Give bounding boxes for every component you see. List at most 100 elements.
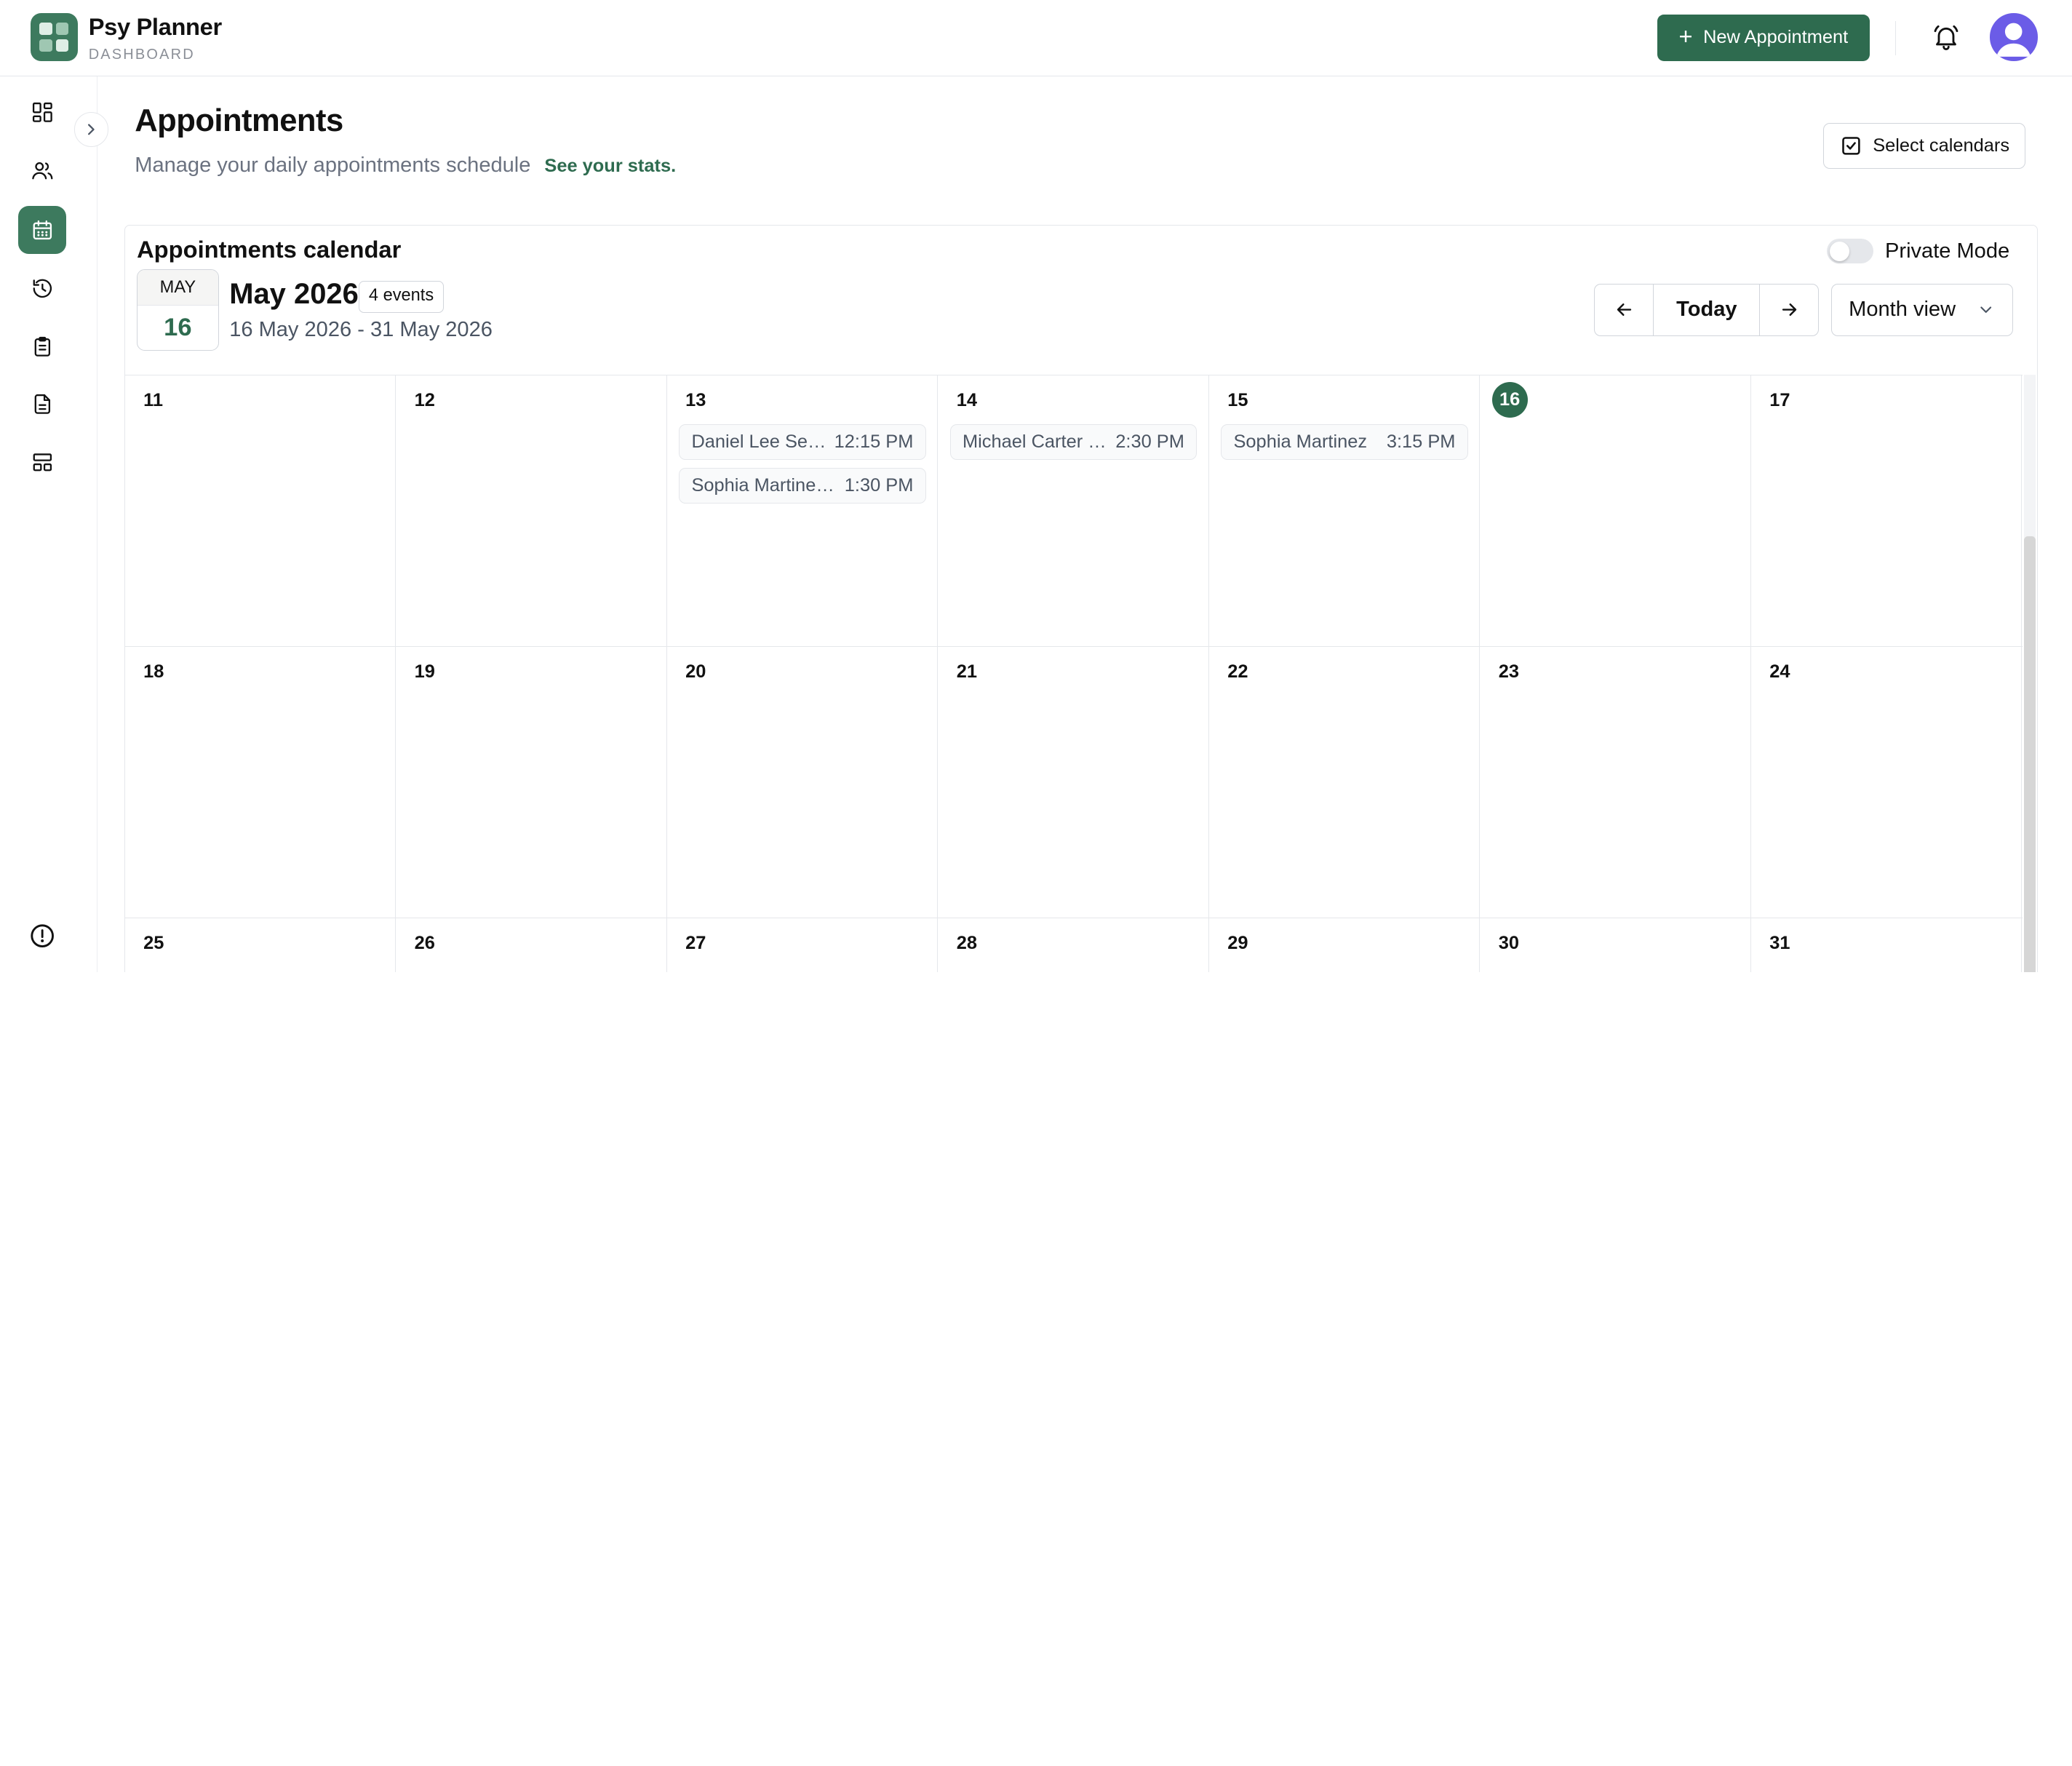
calendar-day-cell[interactable]: 23: [1480, 647, 1751, 918]
day-number: 20: [685, 661, 706, 683]
checkbox-icon: [1842, 137, 1860, 155]
page-subtitle-text: Manage your daily appointments schedule: [135, 153, 531, 177]
document-icon: [34, 394, 50, 415]
calendar-card-title: Appointments calendar: [137, 236, 402, 263]
day-number: 27: [685, 933, 706, 954]
event-time: 3:15 PM: [1386, 431, 1456, 453]
day-number: 12: [414, 389, 435, 410]
sidebar: [0, 76, 98, 972]
bell-icon[interactable]: [1932, 23, 1961, 52]
badge-day: 16: [164, 313, 192, 341]
chevron-down-icon: [1980, 306, 1992, 314]
event-title: Sophia Martinez Session: [691, 475, 836, 496]
event-time: 12:15 PM: [834, 431, 914, 453]
today-button[interactable]: Today: [1653, 284, 1761, 336]
scrollbar-thumb[interactable]: [2023, 536, 2036, 972]
calendar-day-cell[interactable]: 13 Daniel Lee Session 12:15 PM Sophia Marti…: [667, 375, 939, 647]
day-number: 30: [1498, 933, 1520, 954]
calendar-event[interactable]: Michael Carter Session 2:30 PM: [949, 424, 1198, 461]
day-number: 24: [1769, 661, 1790, 683]
private-mode-control: Private Mode: [1827, 238, 2009, 264]
today-day-number: 16: [1491, 382, 1528, 418]
day-number: 31: [1769, 933, 1790, 954]
calendar-day-cell[interactable]: 22: [1209, 647, 1481, 918]
arrow-left-icon: [1617, 303, 1632, 317]
layout-icon: [33, 453, 52, 472]
calendar-day-cell[interactable]: 19: [396, 647, 667, 918]
day-number: 19: [414, 661, 435, 683]
new-appointment-label: New Appointment: [1703, 27, 1849, 48]
calendar-day-cell[interactable]: 18: [125, 647, 397, 918]
calendar-day-cell[interactable]: 15 Sophia Martinez 3:15 PM: [1209, 375, 1481, 647]
event-title: Sophia Martinez: [1233, 431, 1368, 453]
calendar-day-cell[interactable]: 14 Michael Carter Session 2:30 PM: [938, 375, 1209, 647]
day-number: 25: [143, 933, 164, 954]
calendar-day-cell[interactable]: 25: [125, 918, 397, 972]
day-number: 11: [143, 389, 163, 410]
calendar-week-row: 18 19 20 21 22 23 24: [124, 646, 2023, 918]
day-number: 21: [956, 661, 977, 683]
sidebar-item-calendar[interactable]: [18, 206, 66, 254]
calendar-day-cell[interactable]: 20: [667, 647, 939, 918]
badge-month: MAY: [138, 269, 218, 306]
calendar-event[interactable]: Sophia Martinez Session 1:30 PM: [679, 468, 926, 504]
calendar-day-cell[interactable]: 24: [1751, 647, 2023, 918]
brand-subtitle: DASHBOARD: [88, 46, 195, 63]
arrow-right-icon: [1782, 303, 1796, 317]
sidebar-item-notes[interactable]: [18, 322, 65, 370]
calendar-day-cell[interactable]: 16: [1480, 375, 1751, 647]
next-button[interactable]: [1760, 285, 1818, 336]
sidebar-expand-button[interactable]: [73, 112, 108, 147]
day-number: 13: [685, 389, 706, 410]
calendar-day-cell[interactable]: 17: [1751, 375, 2023, 647]
calendar-day-cell[interactable]: 27: [667, 918, 939, 972]
previous-button[interactable]: [1595, 285, 1653, 336]
day-number: 29: [1227, 933, 1248, 954]
date-range: 16 May 2026 - 31 May 2026: [229, 317, 493, 341]
dashboard-icon: [32, 102, 52, 122]
select-calendars-button[interactable]: Select calendars: [1823, 122, 2026, 170]
day-number: 14: [956, 389, 977, 410]
private-mode-toggle[interactable]: [1827, 238, 1873, 264]
calendar-event[interactable]: Sophia Martinez 3:15 PM: [1221, 424, 1468, 461]
calendar-card: Appointments calendar Private Mode MAY 1…: [124, 224, 2038, 972]
sidebar-item-templates[interactable]: [18, 439, 65, 486]
calendar-day-cell[interactable]: 21: [938, 647, 1209, 918]
month-title: May 2026: [229, 278, 359, 311]
calendar-week-row: 11 12 13 Daniel Lee Session 12:15 PM Sophia M…: [124, 375, 2023, 647]
sidebar-item-documents[interactable]: [18, 381, 65, 428]
sidebar-item-history[interactable]: [18, 264, 65, 311]
sidebar-item-dashboard[interactable]: [18, 89, 65, 136]
calendar-day-cell[interactable]: 12: [396, 375, 667, 647]
new-appointment-button[interactable]: + New Appointment: [1657, 14, 1870, 61]
app-root: Psy Planner DASHBOARD + New Appointment: [0, 0, 2072, 972]
view-select-label: Month view: [1849, 298, 1956, 322]
event-time: 2:30 PM: [1115, 431, 1184, 453]
day-number: 17: [1769, 389, 1790, 410]
plus-icon: +: [1678, 22, 1693, 49]
calendar-day-cell[interactable]: 26: [396, 918, 667, 972]
sidebar-item-clients[interactable]: [18, 147, 65, 194]
top-header: Psy Planner DASHBOARD + New Appointment: [0, 0, 2072, 77]
day-number: 22: [1227, 661, 1248, 683]
avatar[interactable]: [1990, 13, 2038, 61]
current-date-badge: MAY 16: [137, 269, 219, 351]
page-title: Appointments: [135, 103, 343, 138]
clipboard-icon: [34, 336, 50, 357]
calendar-day-cell[interactable]: 11: [125, 375, 397, 647]
view-select[interactable]: Month view: [1830, 283, 2014, 337]
calendar-day-cell[interactable]: 30: [1480, 918, 1751, 972]
see-stats-link[interactable]: See your stats.: [544, 156, 676, 176]
calendar-day-cell[interactable]: 28: [938, 918, 1209, 972]
events-count-badge: 4 events: [359, 281, 444, 313]
calendar-day-cell[interactable]: 31: [1751, 918, 2023, 972]
day-number: 18: [143, 661, 164, 683]
day-number: 23: [1498, 661, 1520, 683]
calendar-day-cell[interactable]: 29: [1209, 918, 1481, 972]
info-icon[interactable]: [29, 923, 55, 949]
calendar-nav: Today: [1594, 283, 1820, 337]
calendar-event[interactable]: Daniel Lee Session 12:15 PM: [679, 424, 926, 461]
calendar-icon: [33, 220, 52, 239]
header-divider: [1894, 21, 1897, 56]
logo-icon[interactable]: [30, 13, 79, 61]
